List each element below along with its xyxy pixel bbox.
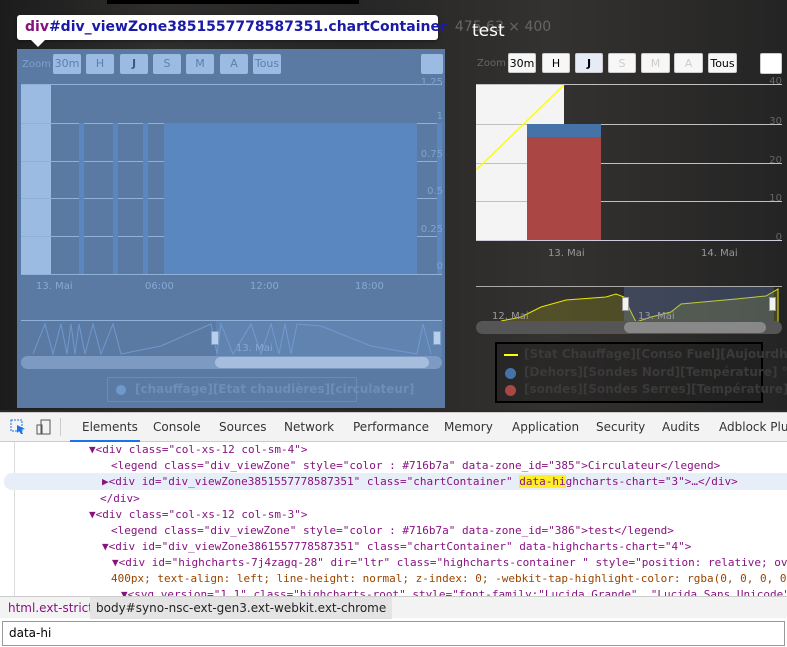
breadcrumb-item[interactable]: html.ext-strict — [8, 597, 93, 619]
range-button-tous[interactable]: Tous — [253, 54, 281, 74]
state-bar — [113, 123, 118, 274]
legend-circle-icon — [505, 368, 516, 379]
breadcrumb: html.ext-strict body#syno-nsc-ext-gen3.e… — [0, 596, 787, 619]
find-input[interactable]: data-hi — [2, 621, 785, 646]
scrollbar-thumb[interactable] — [624, 322, 766, 333]
x-tick: 13. Mai — [548, 248, 585, 259]
scrollbar[interactable] — [21, 356, 442, 369]
navigator-handle-left[interactable] — [211, 331, 219, 345]
navigator-handle-right[interactable] — [433, 331, 441, 345]
range-button-h[interactable]: H — [86, 54, 114, 74]
range-button-h[interactable]: H — [542, 53, 570, 73]
navigator-handle-left[interactable] — [622, 297, 629, 311]
range-button-j[interactable]: J — [120, 54, 148, 74]
y-tick: 30 — [769, 116, 782, 127]
range-button-a[interactable]: A — [220, 54, 248, 74]
range-button-tous[interactable]: Tous — [708, 53, 737, 73]
dom-node[interactable]: ▼<div class="col-xs-12 col-sm-4"> — [89, 442, 308, 458]
x-tick: 18:00 — [355, 281, 384, 292]
y-tick: 0.25 — [420, 224, 443, 235]
range-button-30m[interactable]: 30m — [508, 53, 536, 73]
search-match-highlight: data-hi — [519, 475, 566, 488]
right-chart: test Zoom 30m H J S M A Tous 40 30 20 10… — [470, 20, 787, 410]
dom-node[interactable]: <legend class="div_viewZone" style="colo… — [111, 523, 674, 539]
top-bar — [107, 0, 359, 4]
y-tick: 20 — [769, 155, 782, 166]
legend: [chauffage][Etat chaudières][circulateur… — [107, 377, 414, 402]
chart-title: test — [472, 21, 505, 41]
dom-node[interactable]: ▼<svg version="1.1" class="highcharts-ro… — [121, 587, 787, 596]
y-tick: 10 — [769, 193, 782, 204]
tab-console[interactable]: Console — [153, 420, 201, 434]
navigator[interactable]: 13. Mai — [21, 320, 442, 357]
tab-elements[interactable]: Elements — [82, 420, 138, 434]
left-chart: Zoom 30m H J S M A Tous 1.25 1 0.75 0.5 … — [17, 49, 445, 408]
legend: [Stat Chauffage][Conso Fuel][Aujourdhui]… — [495, 342, 787, 403]
legend-item[interactable]: [sondes][Sondes Serres][Température] °C — [524, 382, 787, 396]
devtools-tabbar: Elements Console Sources Network Perform… — [0, 413, 787, 442]
y-tick: 40 — [769, 76, 782, 87]
range-button-m[interactable]: M — [641, 53, 670, 73]
line-conso-fuel — [476, 84, 565, 171]
zoom-label: Zoom — [22, 59, 51, 70]
legend-item[interactable]: [Dehors][Sondes Nord][Température] °C — [524, 365, 787, 379]
legend-line-icon — [504, 354, 518, 356]
y-tick: 0.75 — [420, 149, 443, 160]
dom-node[interactable]: 400px; text-align: left; line-height: no… — [111, 571, 787, 587]
range-button-30m[interactable]: 30m — [53, 54, 81, 74]
tab-security[interactable]: Security — [596, 420, 645, 434]
navigator-handle-right[interactable] — [769, 297, 776, 311]
dom-node[interactable]: ▼<div id="highcharts-7j4zagq-28" dir="lt… — [112, 555, 787, 571]
y-tick: 0.5 — [427, 186, 443, 197]
state-bar — [164, 123, 417, 274]
y-tick: 0 — [775, 232, 782, 243]
dom-tree[interactable]: ▼<div class="col-xs-12 col-sm-4"> <legen… — [0, 442, 787, 596]
dom-node[interactable]: ▼<div class="col-xs-12 col-sm-3"> — [89, 507, 308, 523]
export-menu-button[interactable] — [421, 54, 443, 74]
state-bar — [79, 123, 84, 274]
navigator-label: 13. Mai — [236, 343, 273, 354]
tab-sources[interactable]: Sources — [219, 420, 266, 434]
range-button-m[interactable]: M — [186, 54, 214, 74]
legend-item[interactable]: [Stat Chauffage][Conso Fuel][Aujourdhui]… — [524, 347, 787, 361]
legend-circle-icon — [505, 385, 516, 396]
state-bar — [143, 123, 148, 274]
y-tick: 1.25 — [420, 77, 443, 88]
y-tick: 1 — [436, 111, 443, 122]
inspect-tooltip: div#div_viewZone3851557778587351.chartCo… — [17, 15, 551, 47]
x-tick: 13. Mai — [36, 281, 73, 292]
range-button-s[interactable]: S — [608, 53, 636, 73]
tab-performance[interactable]: Performance — [353, 420, 429, 434]
device-toolbar-icon[interactable] — [36, 419, 52, 435]
x-tick: 14. Mai — [701, 248, 738, 259]
y-tick: 0 — [436, 261, 443, 272]
navigator[interactable]: 12. Mai 13. Mai — [476, 286, 782, 323]
tab-application[interactable]: Application — [512, 420, 579, 434]
inspect-element-icon[interactable] — [10, 419, 26, 435]
x-tick: 12:00 — [250, 281, 279, 292]
state-bar — [437, 123, 442, 274]
legend-item[interactable]: [chauffage][Etat chaudières][circulateur… — [135, 382, 414, 396]
plot-highlight-band — [21, 84, 51, 274]
range-button-s[interactable]: S — [153, 54, 181, 74]
dom-node[interactable]: </div> — [100, 491, 140, 507]
tab-memory[interactable]: Memory — [444, 420, 493, 434]
tab-audits[interactable]: Audits — [662, 420, 700, 434]
dom-node[interactable]: <legend class="div_viewZone" style="colo… — [111, 458, 720, 474]
breadcrumb-item[interactable]: body#syno-nsc-ext-gen3.ext-webkit.ext-ch… — [90, 597, 393, 619]
dom-node-selected[interactable]: ▶<div id="div_viewZone3851557778587351" … — [102, 474, 738, 490]
scrollbar[interactable] — [476, 321, 782, 334]
range-button-j[interactable]: J — [575, 53, 603, 73]
range-button-a[interactable]: A — [674, 53, 703, 73]
scrollbar-thumb[interactable] — [215, 357, 429, 368]
export-menu-button[interactable] — [760, 53, 782, 74]
x-tick: 06:00 — [145, 281, 174, 292]
dom-node[interactable]: ▼<div id="div_viewZone3861557778587351" … — [102, 539, 691, 555]
zoom-label: Zoom — [477, 58, 506, 69]
tab-adblock-plus[interactable]: Adblock Plus — [719, 420, 787, 434]
tab-network[interactable]: Network — [284, 420, 334, 434]
legend-circle-icon — [116, 385, 126, 395]
devtools-panel: Elements Console Sources Network Perform… — [0, 412, 787, 647]
